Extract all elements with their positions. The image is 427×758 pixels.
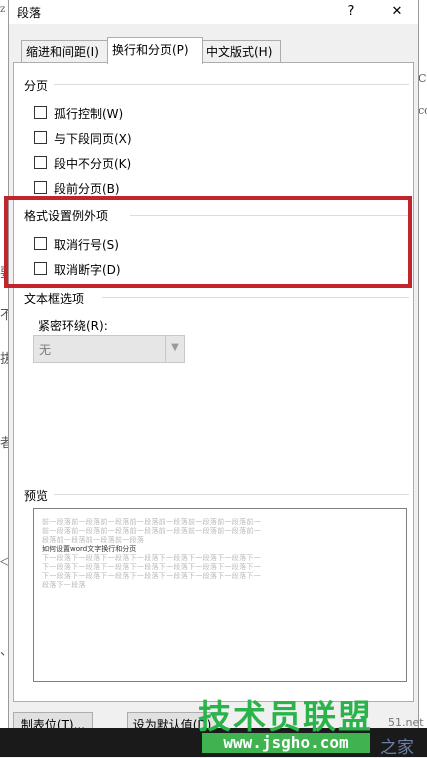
checkbox[interactable]	[34, 156, 47, 169]
preview-heading: 预览	[24, 489, 49, 503]
option-label: 段前分页(B)	[54, 182, 120, 196]
close-button[interactable]: ✕	[381, 2, 413, 22]
widow-control-option[interactable]: 孤行控制(W)	[34, 105, 234, 123]
watermark-brand: 技术员联盟	[198, 697, 373, 736]
help-button[interactable]: ?	[335, 2, 367, 22]
bg-fragment: co	[418, 104, 427, 117]
watermark-url: www.jsgho.com	[202, 733, 370, 753]
bg-fragment: Co	[418, 72, 427, 85]
section-divider	[54, 494, 409, 495]
tab-asian-typography[interactable]: 中文版式(H)	[201, 40, 281, 63]
highlight-box	[4, 196, 412, 288]
watermark-domain: 51.net	[388, 716, 424, 729]
paragraph-dialog: 段落 ? ✕ 缩进和间距(I) 换行和分页(P) 中文版式(H) 分页 孤行控制…	[8, 0, 419, 757]
pagination-heading: 分页	[24, 79, 49, 93]
tab-line-page-breaks[interactable]: 换行和分页(P)	[107, 37, 203, 64]
watermark-suffix: 之家	[380, 738, 414, 758]
select-value: 无	[39, 343, 52, 357]
option-label: 段中不分页(K)	[54, 157, 132, 171]
keep-lines-together-option[interactable]: 段中不分页(K)	[34, 155, 234, 173]
chevron-down-icon[interactable]: ▼	[165, 336, 184, 362]
dialog-titlebar: 段落 ? ✕	[9, 0, 418, 24]
tight-wrap-label: 紧密环绕(R):	[38, 319, 108, 333]
option-label: 孤行控制(W)	[54, 107, 124, 121]
tight-wrap-select[interactable]: 无 ▼	[33, 335, 185, 363]
dialog-title: 段落	[17, 6, 42, 20]
option-label: 与下段同页(X)	[54, 132, 132, 146]
textbox-heading: 文本框选项	[24, 292, 85, 306]
bg-fragment: z	[0, 4, 6, 15]
preview-box: 前一段落前一段落前一段落前一段落前一段落前一段落前一段落前一 前一段落前一段落前…	[33, 508, 407, 682]
section-divider	[54, 84, 409, 85]
preview-next-paragraph: 段落下一段落	[42, 581, 86, 589]
checkbox[interactable]	[34, 131, 47, 144]
checkbox[interactable]	[34, 106, 47, 119]
checkbox[interactable]	[34, 181, 47, 194]
section-divider	[102, 297, 409, 298]
tab-indent-spacing[interactable]: 缩进和间距(I)	[21, 40, 115, 63]
keep-with-next-option[interactable]: 与下段同页(X)	[34, 130, 234, 148]
